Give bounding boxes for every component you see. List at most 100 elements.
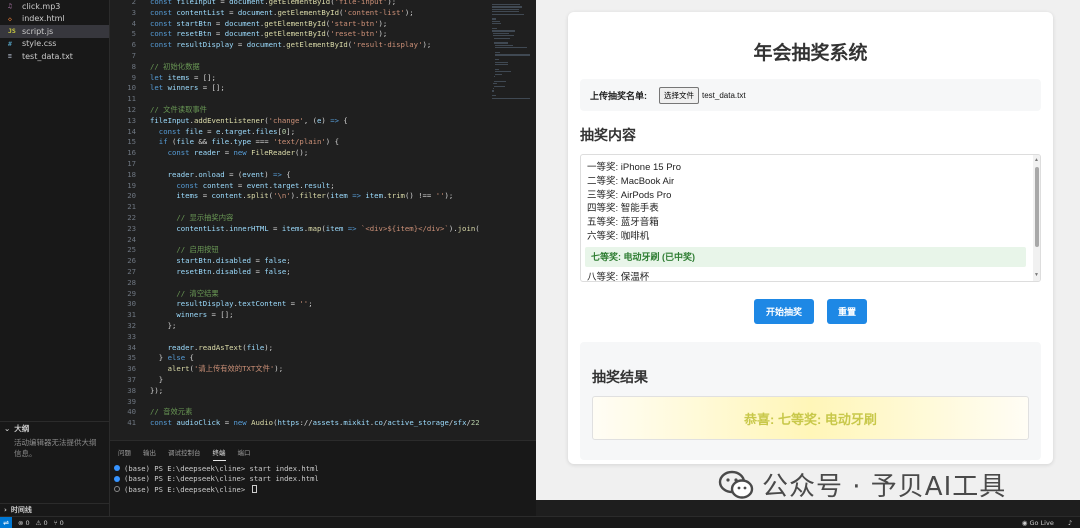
- start-draw-button[interactable]: 开始抽奖: [754, 299, 814, 324]
- code-line[interactable]: 24: [110, 235, 488, 246]
- prize-list[interactable]: ▲ ▼ 一等奖: iPhone 15 Pro 二等奖: MacBook Air 三等…: [580, 154, 1041, 282]
- scroll-thumb[interactable]: [1035, 167, 1039, 247]
- line-number: 8: [131, 61, 136, 71]
- code-line[interactable]: 21: [110, 202, 488, 213]
- timeline-section-header[interactable]: › 时间线: [0, 503, 110, 516]
- minimap[interactable]: [488, 0, 536, 440]
- outline-section-header[interactable]: ⌄ 大纲: [0, 421, 110, 434]
- minimap-line: [494, 42, 508, 44]
- code-line[interactable]: 8 // 初始化数据: [110, 62, 488, 73]
- terminal-line: (base) PS E:\deepseek\cline>: [110, 484, 536, 495]
- code-line[interactable]: 3 const contentList = document.getElement…: [110, 8, 488, 19]
- panel-tab[interactable]: 输出: [143, 444, 156, 460]
- file-item[interactable]: ◇ index.html: [0, 13, 109, 26]
- code-line[interactable]: 13 fileInput.addEventListener('change', (…: [110, 116, 488, 127]
- code-line[interactable]: 31 winners = [];: [110, 310, 488, 321]
- scroll-down-icon[interactable]: ▼: [1034, 272, 1039, 278]
- code-text: }: [150, 375, 164, 384]
- minimap-line: [492, 30, 515, 32]
- code-line[interactable]: 18 reader.onload = (event) => {: [110, 170, 488, 181]
- code-line[interactable]: 22 // 显示抽奖内容: [110, 213, 488, 224]
- prize-item-won: 七等奖: 电动牙刷 (已中奖): [585, 246, 1026, 267]
- code-line[interactable]: 40 // 音效元素: [110, 407, 488, 418]
- code-line[interactable]: 41 const audioClick = new Audio(https://a…: [110, 418, 488, 429]
- line-number: 23: [127, 223, 136, 233]
- go-live-button[interactable]: ◉ Go Live: [1022, 519, 1054, 527]
- code-line[interactable]: 36 alert('请上传有效的TXT文件');: [110, 364, 488, 375]
- code-line[interactable]: 15 if (file && file.type === 'text/plain…: [110, 137, 488, 148]
- code-line[interactable]: 2 const fileInput = document.getElementBy…: [110, 0, 488, 8]
- line-number: 28: [127, 277, 136, 287]
- remote-icon[interactable]: ⇌: [0, 516, 12, 528]
- code-text: let items = [];: [150, 72, 216, 82]
- code-text: fileInput.addEventListener('change', (e)…: [150, 115, 348, 125]
- code-line[interactable]: 5 const resetBtn = document.getElementByI…: [110, 29, 488, 40]
- code-line[interactable]: 28: [110, 278, 488, 289]
- code-line[interactable]: 34 reader.readAsText(file);: [110, 343, 488, 354]
- file-item[interactable]: ♫ click.mp3: [0, 0, 109, 13]
- line-number: 25: [127, 245, 136, 255]
- timeline-title: 时间线: [10, 506, 32, 514]
- panel-tab[interactable]: 端口: [238, 444, 251, 460]
- choose-file-button[interactable]: 选择文件: [659, 86, 699, 104]
- bell-icon[interactable]: ♪: [1068, 519, 1072, 527]
- code-line[interactable]: 4 const startBtn = document.getElementByI…: [110, 19, 488, 30]
- scroll-up-icon[interactable]: ▲: [1034, 157, 1039, 163]
- terminal[interactable]: (base) PS E:\deepseek\cline> start index…: [110, 463, 536, 495]
- line-number: 12: [127, 105, 136, 114]
- code-line[interactable]: 37 }: [110, 375, 488, 386]
- code-line[interactable]: 10 let winners = [];: [110, 83, 488, 94]
- code-line[interactable]: 25 // 启用按钮: [110, 245, 488, 256]
- code-text: const contentList = document.getElementB…: [150, 7, 414, 17]
- panel-tab[interactable]: 调试控制台: [168, 444, 201, 460]
- code-text: });: [150, 385, 164, 395]
- reset-button[interactable]: 重置: [827, 299, 867, 324]
- file-item[interactable]: # style.css: [0, 38, 109, 51]
- code-line[interactable]: 12 // 文件读取事件: [110, 105, 488, 116]
- minimap-line: [492, 4, 520, 6]
- prize-item: 三等奖: AirPods Pro: [587, 189, 672, 201]
- file-name: test_data.txt: [22, 51, 73, 61]
- error-count[interactable]: ⊗ 0: [18, 519, 30, 527]
- file-item[interactable]: ≡ test_data.txt: [0, 50, 109, 63]
- panel-tab[interactable]: 问题: [118, 444, 131, 460]
- code-line[interactable]: 14 const file = e.target.files[0];: [110, 127, 488, 138]
- warning-count[interactable]: ⚠ 0: [36, 519, 48, 527]
- code-line[interactable]: 30 resultDisplay.textContent = '';: [110, 299, 488, 310]
- file-item[interactable]: JS script.js: [0, 25, 109, 38]
- code-line[interactable]: 29 // 清空结果: [110, 289, 488, 300]
- panel-tab[interactable]: 终端: [212, 444, 226, 461]
- code-line[interactable]: 19 const content = event.target.result;: [110, 181, 488, 192]
- code-editor[interactable]: 2 const fileInput = document.getElementBy…: [110, 0, 488, 440]
- line-number: 16: [127, 148, 136, 158]
- command-status-icon: [114, 486, 120, 493]
- line-number: 37: [127, 375, 136, 384]
- code-line[interactable]: 39: [110, 397, 488, 408]
- code-line[interactable]: 26 startBtn.disabled = false;: [110, 256, 488, 267]
- code-line[interactable]: 33: [110, 332, 488, 343]
- terminal-line: (base) PS E:\deepseek\cline> start index…: [110, 474, 536, 485]
- code-line[interactable]: 16 const reader = new FileReader();: [110, 148, 488, 159]
- code-line[interactable]: 6 const resultDisplay = document.getEleme…: [110, 40, 488, 51]
- code-line[interactable]: 23 contentList.innerHTML = items.map(ite…: [110, 224, 488, 235]
- code-line[interactable]: 20 items = content.split('\n').filter(it…: [110, 191, 488, 202]
- code-line[interactable]: 9 let items = [];: [110, 73, 488, 84]
- content-section-title: 抽奖内容: [580, 127, 636, 143]
- code-line[interactable]: 35 } else {: [110, 353, 488, 364]
- code-line[interactable]: 38});: [110, 386, 488, 397]
- ports-count[interactable]: ⑂ 0: [54, 519, 64, 527]
- code-line[interactable]: 11: [110, 94, 488, 105]
- prize-list-scrollbar[interactable]: ▲ ▼: [1033, 155, 1040, 281]
- prize-item: 五等奖: 蓝牙音箱: [587, 217, 659, 229]
- minimap-line: [495, 44, 513, 46]
- css-file-icon: #: [8, 39, 12, 48]
- code-line[interactable]: 27 resetBtn.disabled = false;: [110, 267, 488, 278]
- code-line[interactable]: 7: [110, 51, 488, 62]
- html-file-icon: ◇: [8, 14, 12, 23]
- code-line[interactable]: 32 };: [110, 321, 488, 332]
- code-text: };: [150, 321, 177, 330]
- explorer-sidebar: ♫ click.mp3 ◇ index.html JS script.js # style.c…: [0, 0, 110, 516]
- code-line[interactable]: 17: [110, 159, 488, 170]
